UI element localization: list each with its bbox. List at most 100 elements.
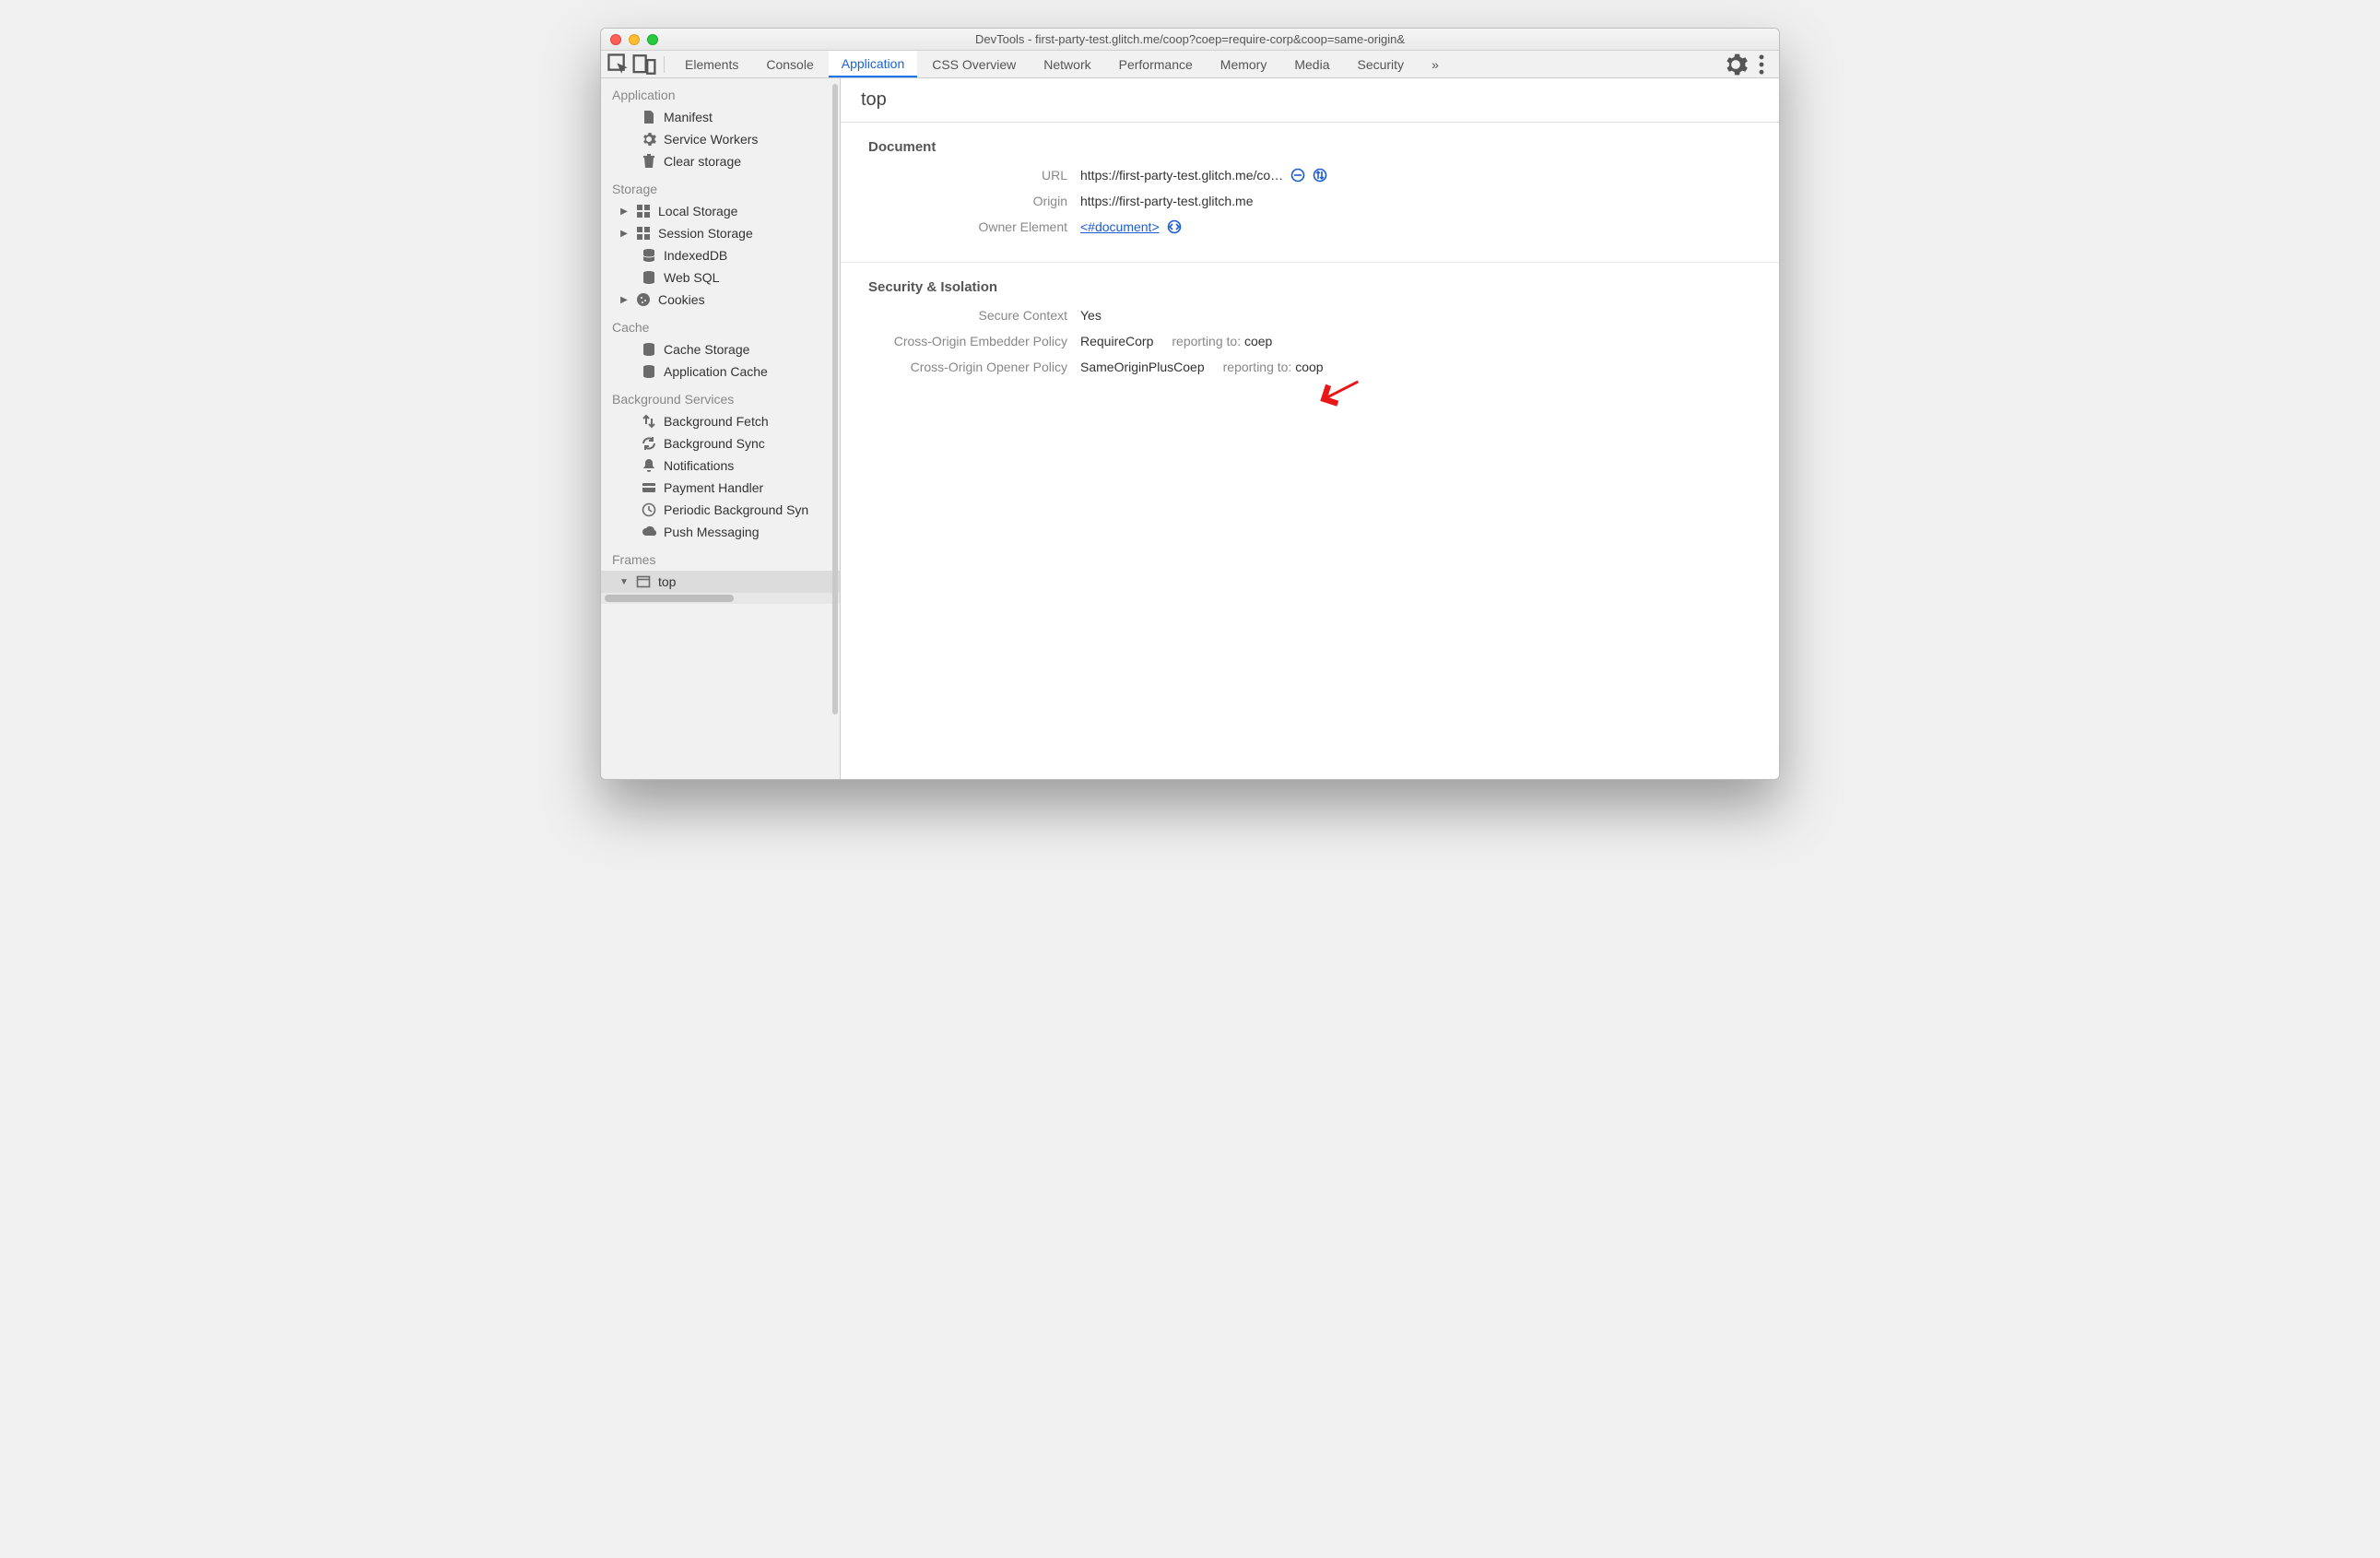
origin-value: https://first-party-test.glitch.me <box>1080 194 1254 208</box>
file-icon <box>642 110 656 124</box>
sidebar-section-cache: Cache <box>601 311 840 338</box>
sidebar-item-label: Service Workers <box>664 132 758 147</box>
window-title: DevTools - first-party-test.glitch.me/co… <box>601 32 1779 46</box>
minimize-window-button[interactable] <box>629 34 640 45</box>
coop-reporting-value: coop <box>1295 360 1323 374</box>
tab-network[interactable]: Network <box>1031 51 1103 77</box>
sidebar-horizontal-scrollbar[interactable] <box>601 593 840 604</box>
traffic-lights <box>610 34 658 45</box>
trash-icon <box>642 154 656 169</box>
tab-memory[interactable]: Memory <box>1208 51 1280 77</box>
sidebar-section-frames: Frames <box>601 543 840 571</box>
device-toolbar-icon[interactable] <box>632 53 656 77</box>
database-icon <box>642 364 656 379</box>
more-menu-icon[interactable] <box>1750 53 1773 77</box>
sidebar-item-label: top <box>658 574 676 589</box>
sidebar-scrollbar[interactable] <box>832 84 838 714</box>
updown-icon <box>642 414 656 429</box>
card-icon <box>642 480 656 495</box>
sidebar-item-websql[interactable]: Web SQL <box>601 266 840 289</box>
sidebar-item-clear-storage[interactable]: Clear storage <box>601 150 840 172</box>
secure-context-label: Secure Context <box>868 308 1080 323</box>
cookie-icon <box>636 292 651 307</box>
sidebar-item-indexeddb[interactable]: IndexedDB <box>601 244 840 266</box>
tabs-overflow-button[interactable]: » <box>1419 57 1452 72</box>
document-section: Document URL https://first-party-test.gl… <box>841 123 1779 263</box>
cloud-icon <box>642 525 656 539</box>
coop-value: SameOriginPlusCoep <box>1080 360 1205 374</box>
sidebar-item-label: Local Storage <box>658 204 737 218</box>
tab-security[interactable]: Security <box>1344 51 1417 77</box>
sidebar-item-label: Session Storage <box>658 226 753 241</box>
security-section: Security & Isolation Secure Context Yes … <box>841 263 1779 402</box>
sidebar-item-session-storage[interactable]: ▶Session Storage <box>601 222 840 244</box>
sidebar-item-application-cache[interactable]: Application Cache <box>601 360 840 383</box>
sidebar-item-label: Cookies <box>658 292 705 307</box>
sidebar-item-frame-top[interactable]: ▼top <box>601 571 840 593</box>
settings-gear-icon[interactable] <box>1724 53 1748 77</box>
coep-reporting-value: coep <box>1244 334 1272 348</box>
tab-performance[interactable]: Performance <box>1106 51 1206 77</box>
security-heading: Security & Isolation <box>868 279 1751 295</box>
sidebar-item-label: Payment Handler <box>664 480 763 495</box>
copy-url-icon[interactable] <box>1290 168 1305 183</box>
sidebar-item-label: Application Cache <box>664 364 768 379</box>
sidebar-item-cache-storage[interactable]: Cache Storage <box>601 338 840 360</box>
reveal-in-elements-icon[interactable] <box>1167 219 1182 234</box>
frame-icon <box>636 574 651 589</box>
reveal-in-network-icon[interactable] <box>1313 168 1327 183</box>
bell-icon <box>642 458 656 473</box>
sidebar-section-storage: Storage <box>601 172 840 200</box>
sidebar-item-bg-fetch[interactable]: Background Fetch <box>601 410 840 432</box>
close-window-button[interactable] <box>610 34 621 45</box>
sidebar-item-label: Background Fetch <box>664 414 769 429</box>
inspect-element-icon[interactable] <box>607 53 630 77</box>
main-area: Application Manifest Service Workers Cle… <box>601 78 1779 779</box>
sidebar-item-manifest[interactable]: Manifest <box>601 106 840 128</box>
secure-context-value: Yes <box>1080 308 1102 323</box>
sidebar-item-cookies[interactable]: ▶Cookies <box>601 289 840 311</box>
sidebar-item-label: Web SQL <box>664 270 719 285</box>
url-value: https://first-party-test.glitch.me/co… <box>1080 168 1283 183</box>
database-icon <box>642 342 656 357</box>
clock-icon <box>642 502 656 517</box>
grid-icon <box>636 226 651 241</box>
divider <box>664 56 665 73</box>
panel-tabs: Elements Console Application CSS Overvie… <box>672 51 1417 77</box>
tab-elements[interactable]: Elements <box>672 51 751 77</box>
document-heading: Document <box>868 139 1751 155</box>
zoom-window-button[interactable] <box>647 34 658 45</box>
sidebar-item-label: IndexedDB <box>664 248 727 263</box>
coop-reporting-label: reporting to: <box>1223 360 1292 374</box>
tab-css-overview[interactable]: CSS Overview <box>919 51 1029 77</box>
row-secure-context: Secure Context Yes <box>868 308 1751 323</box>
gear-icon <box>642 132 656 147</box>
sidebar-item-push-messaging[interactable]: Push Messaging <box>601 521 840 543</box>
frame-detail-pane: top Document URL https://first-party-tes… <box>841 78 1779 779</box>
database-icon <box>642 248 656 263</box>
frame-detail-title: top <box>841 78 1779 123</box>
sidebar-item-service-workers[interactable]: Service Workers <box>601 128 840 150</box>
sync-icon <box>642 436 656 451</box>
database-icon <box>642 270 656 285</box>
sidebar-item-notifications[interactable]: Notifications <box>601 454 840 477</box>
tab-media[interactable]: Media <box>1281 51 1342 77</box>
sidebar-item-bg-sync[interactable]: Background Sync <box>601 432 840 454</box>
sidebar-item-label: Cache Storage <box>664 342 749 357</box>
panel-tabstrip: Elements Console Application CSS Overvie… <box>601 51 1779 78</box>
coop-label: Cross-Origin Opener Policy <box>868 360 1080 374</box>
tab-application[interactable]: Application <box>829 51 918 77</box>
sidebar-item-payment-handler[interactable]: Payment Handler <box>601 477 840 499</box>
application-sidebar: Application Manifest Service Workers Cle… <box>601 78 841 779</box>
sidebar-item-local-storage[interactable]: ▶Local Storage <box>601 200 840 222</box>
sidebar-item-label: Manifest <box>664 110 713 124</box>
sidebar-item-periodic-sync[interactable]: Periodic Background Syn <box>601 499 840 521</box>
coep-reporting-label: reporting to: <box>1172 334 1241 348</box>
sidebar-item-label: Clear storage <box>664 154 741 169</box>
tab-console[interactable]: Console <box>753 51 826 77</box>
owner-label: Owner Element <box>868 219 1080 234</box>
sidebar-section-bg-services: Background Services <box>601 383 840 410</box>
owner-element-link[interactable]: <#document> <box>1080 219 1160 234</box>
sidebar-item-label: Background Sync <box>664 436 765 451</box>
sidebar-item-label: Push Messaging <box>664 525 760 539</box>
